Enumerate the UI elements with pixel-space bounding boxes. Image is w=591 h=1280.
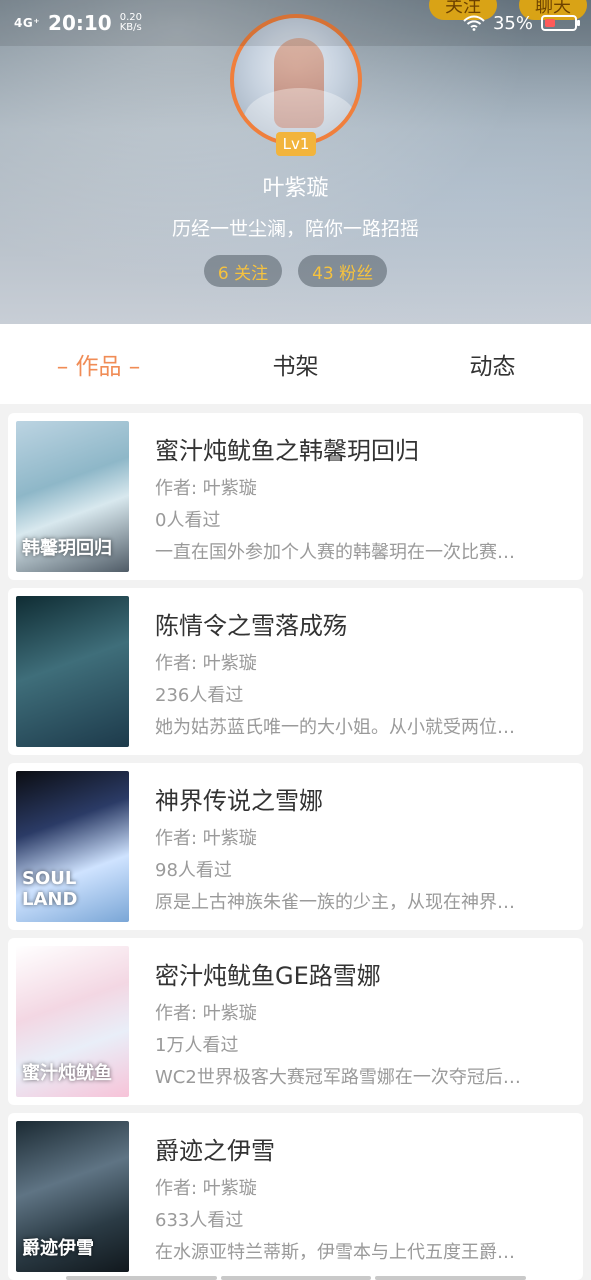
followers-count[interactable]: 43 粉丝	[298, 255, 388, 287]
book-info: 密汁炖鱿鱼GE路雪娜 作者: 叶紫璇 1万人看过 WC2世界极客大赛冠军路雪娜在…	[155, 956, 570, 1089]
book-author: 作者: 叶紫璇	[155, 828, 257, 849]
book-description: 一直在国外参加个人赛的韩馨玥在一次比赛…	[155, 542, 515, 563]
following-count[interactable]: 6 关注	[203, 255, 283, 287]
book-cover[interactable]: 爵迹伊雪	[16, 1121, 129, 1272]
book-author: 作者: 叶紫璇	[155, 1003, 257, 1024]
book-title[interactable]: 密汁炖鱿鱼GE路雪娜	[155, 956, 570, 991]
book-card[interactable]: 韩馨玥回归 蜜汁炖鱿鱼之韩馨玥回归 作者: 叶紫璇 0人看过 一直在国外参加个人…	[8, 413, 583, 580]
scroll-segment	[220, 1276, 372, 1280]
book-info: 爵迹之伊雪 作者: 叶紫璇 633人看过 在水源亚特兰蒂斯，伊雪本与上代五度王爵…	[155, 1131, 570, 1264]
book-views: 236人看过	[155, 685, 244, 706]
book-description: 在水源亚特兰蒂斯，伊雪本与上代五度王爵…	[155, 1242, 515, 1263]
book-card[interactable]: 蜜汁炖鱿鱼 密汁炖鱿鱼GE路雪娜 作者: 叶紫璇 1万人看过 WC2世界极客大赛…	[8, 938, 583, 1105]
book-info: 陈情令之雪落成殇 作者: 叶紫璇 236人看过 她为姑苏蓝氏唯一的大小姐。从小就…	[155, 606, 570, 739]
status-bar: 4G⁺ 20:10 0.20 KB/s 35%	[0, 0, 591, 46]
bio: 历经一世尘澜，陪你一路招摇	[171, 218, 419, 240]
scroll-segment	[375, 1276, 527, 1280]
battery-icon	[541, 15, 580, 31]
book-author: 作者: 叶紫璇	[155, 478, 257, 499]
battery-level	[545, 19, 555, 27]
works-list: 韩馨玥回归 蜜汁炖鱿鱼之韩馨玥回归 作者: 叶紫璇 0人看过 一直在国外参加个人…	[8, 413, 583, 1280]
status-right: 35%	[463, 12, 580, 34]
username: 叶紫璇	[262, 176, 329, 201]
clock: 20:10	[48, 11, 112, 35]
cover-title: 韩馨玥回归	[22, 538, 112, 559]
wifi-icon	[463, 15, 485, 31]
book-cover[interactable]	[16, 596, 129, 747]
book-description: 原是上古神族朱雀一族的少主，从现在神界…	[155, 892, 515, 913]
book-title[interactable]: 陈情令之雪落成殇	[155, 606, 570, 641]
book-cover[interactable]: SOUL LAND	[16, 771, 129, 922]
book-info: 神界传说之雪娜 作者: 叶紫璇 98人看过 原是上古神族朱雀一族的少主，从现在神…	[155, 781, 570, 914]
book-cover[interactable]: 蜜汁炖鱿鱼	[16, 946, 129, 1097]
battery-percent: 35%	[492, 12, 533, 34]
scroll-segment	[66, 1276, 217, 1280]
level-badge: Lv1	[276, 132, 316, 156]
book-card[interactable]: 陈情令之雪落成殇 作者: 叶紫璇 236人看过 她为姑苏蓝氏唯一的大小姐。从小就…	[8, 588, 583, 755]
book-views: 0人看过	[155, 510, 221, 531]
cover-title: 爵迹伊雪	[22, 1238, 94, 1259]
book-description: 她为姑苏蓝氏唯一的大小姐。从小就受两位…	[155, 717, 515, 738]
book-card[interactable]: SOUL LAND 神界传说之雪娜 作者: 叶紫璇 98人看过 原是上古神族朱雀…	[8, 763, 583, 930]
network-speed-unit: KB/s	[119, 22, 142, 33]
status-left: 4G⁺ 20:10 0.20 KB/s	[14, 11, 142, 35]
book-title[interactable]: 蜜汁炖鱿鱼之韩馨玥回归	[155, 431, 570, 466]
scroll-indicator	[66, 1276, 527, 1280]
network-speed: 0.20 KB/s	[120, 13, 142, 33]
book-description: WC2世界极客大赛冠军路雪娜在一次夺冠后…	[155, 1067, 521, 1088]
tab-bar: – 作品 – 书架 动态	[0, 324, 591, 404]
book-title[interactable]: 神界传说之雪娜	[155, 781, 570, 816]
book-card[interactable]: 爵迹伊雪 爵迹之伊雪 作者: 叶紫璇 633人看过 在水源亚特兰蒂斯，伊雪本与上…	[8, 1113, 583, 1280]
tab-activity[interactable]: 动态	[394, 347, 591, 381]
book-author: 作者: 叶紫璇	[155, 1178, 257, 1199]
profile-header: 4G⁺ 20:10 0.20 KB/s 35% 关注 聊天 Lv1 叶紫璇 历经…	[0, 0, 591, 324]
stats-row: 6 关注 43 粉丝	[0, 255, 591, 287]
cover-title: SOUL LAND	[22, 868, 78, 910]
book-author: 作者: 叶紫璇	[155, 653, 257, 674]
book-title[interactable]: 爵迹之伊雪	[155, 1131, 570, 1166]
book-views: 633人看过	[155, 1210, 244, 1231]
cover-title: 蜜汁炖鱿鱼	[22, 1063, 112, 1084]
book-views: 1万人看过	[155, 1035, 239, 1056]
book-cover[interactable]: 韩馨玥回归	[16, 421, 129, 572]
signal-icon: 4G⁺	[14, 16, 41, 30]
tab-bookshelf[interactable]: 书架	[197, 347, 394, 381]
book-info: 蜜汁炖鱿鱼之韩馨玥回归 作者: 叶紫璇 0人看过 一直在国外参加个人赛的韩馨玥在…	[155, 431, 570, 564]
tab-works[interactable]: – 作品 –	[0, 347, 197, 381]
book-views: 98人看过	[155, 860, 232, 881]
